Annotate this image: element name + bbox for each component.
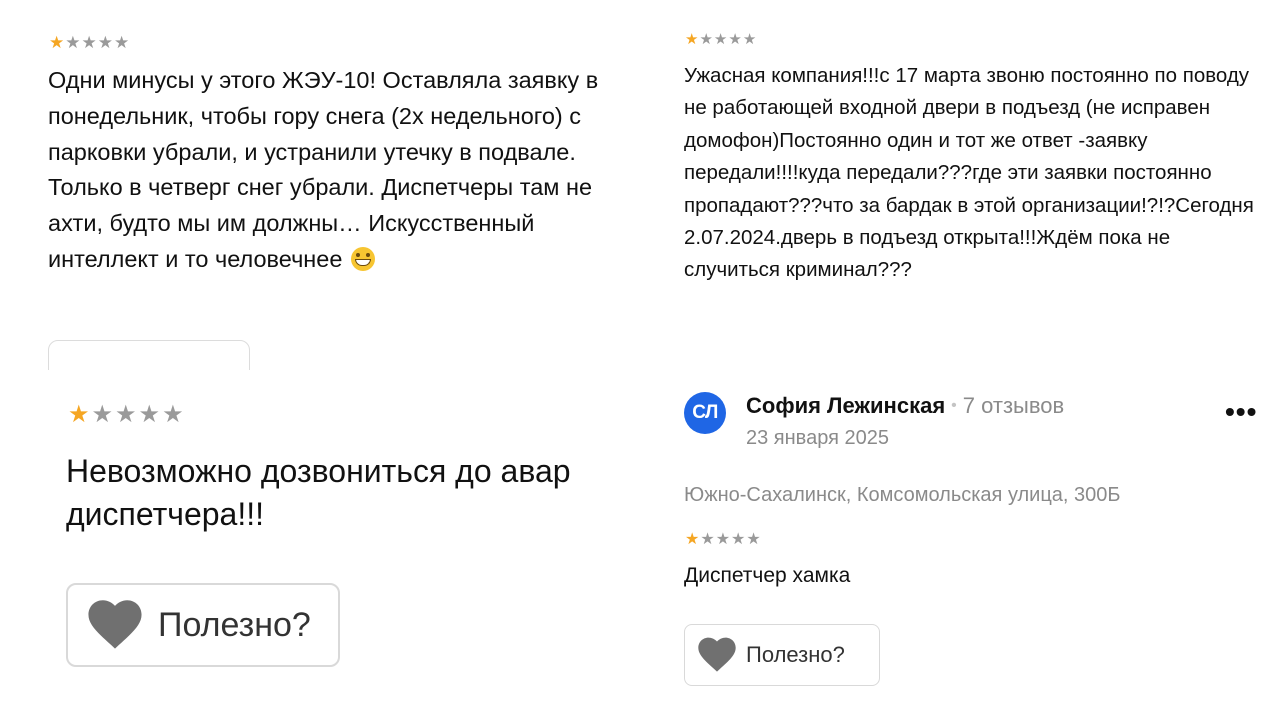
- star-empty-icon: ★: [746, 531, 761, 548]
- star-filled-icon: ★: [68, 401, 90, 428]
- star-empty-icon: ★: [728, 31, 742, 48]
- helpful-label: Полезно?: [746, 642, 845, 667]
- review-text: Одни минусы у этого ЖЭУ-10! Оставляла за…: [48, 63, 633, 278]
- star-empty-icon: ★: [91, 401, 114, 428]
- heart-icon: [88, 600, 142, 649]
- review-card-1: ★ ★ ★ ★ ★ Одни минусы у этого ЖЭУ-10! Оставл…: [0, 0, 640, 370]
- star-filled-icon: ★: [685, 531, 700, 548]
- star-empty-icon: ★: [742, 31, 757, 48]
- separator-dot: •: [951, 397, 957, 414]
- star-empty-icon: ★: [713, 31, 728, 48]
- helpful-button[interactable]: Полезно?: [684, 624, 880, 686]
- star-rating: ★ ★ ★ ★ ★: [685, 532, 761, 548]
- star-empty-icon: ★: [114, 33, 130, 52]
- helpful-label: Полезно?: [158, 605, 311, 644]
- review-text: Ужасная компания!!!с 17 марта звоню пост…: [684, 64, 1254, 282]
- star-rating: ★ ★ ★ ★ ★: [68, 403, 184, 427]
- star-empty-icon: ★: [715, 531, 731, 548]
- helpful-button-partial[interactable]: [48, 340, 250, 370]
- review-card-4: СЛ София Лежинская • 7 отзывов 23 января 2…: [640, 370, 1280, 720]
- star-empty-icon: ★: [699, 31, 713, 48]
- more-options-icon[interactable]: •••: [1225, 396, 1257, 428]
- author-line: София Лежинская • 7 отзывов: [746, 393, 1064, 419]
- review-card-2: ★ ★ ★ ★ ★ Ужасная компания!!!с 17 марта звон…: [640, 0, 1280, 370]
- helpful-button[interactable]: Полезно?: [66, 583, 340, 667]
- heart-icon: [698, 637, 736, 672]
- review-text: Невозможно дозвониться до авар диспетчер…: [66, 453, 571, 532]
- author-review-count: 7 отзывов: [962, 393, 1065, 418]
- star-empty-icon: ★: [731, 531, 746, 548]
- author-name[interactable]: София Лежинская: [746, 393, 945, 418]
- grinning-face-emoji-icon: [350, 246, 375, 271]
- review-card-3: ★ ★ ★ ★ ★ Невозможно дозвониться до авар дис…: [0, 370, 640, 720]
- star-rating: ★ ★ ★ ★ ★: [49, 34, 129, 51]
- star-empty-icon: ★: [97, 33, 113, 52]
- review-text-content: Одни минусы у этого ЖЭУ-10! Оставляла за…: [48, 67, 599, 272]
- star-empty-icon: ★: [138, 401, 161, 428]
- star-empty-icon: ★: [162, 401, 184, 428]
- star-empty-icon: ★: [700, 531, 715, 548]
- star-filled-icon: ★: [49, 33, 65, 52]
- review-text: Диспетчер хамка: [684, 564, 851, 587]
- star-rating: ★ ★ ★ ★ ★: [685, 32, 756, 47]
- star-empty-icon: ★: [65, 33, 81, 52]
- review-date: 23 января 2025: [746, 427, 889, 449]
- star-filled-icon: ★: [685, 31, 699, 48]
- review-address[interactable]: Южно-Сахалинск, Комсомольская улица, 300…: [684, 484, 1121, 507]
- star-empty-icon: ★: [81, 33, 97, 52]
- star-empty-icon: ★: [115, 401, 137, 428]
- avatar[interactable]: СЛ: [684, 392, 726, 434]
